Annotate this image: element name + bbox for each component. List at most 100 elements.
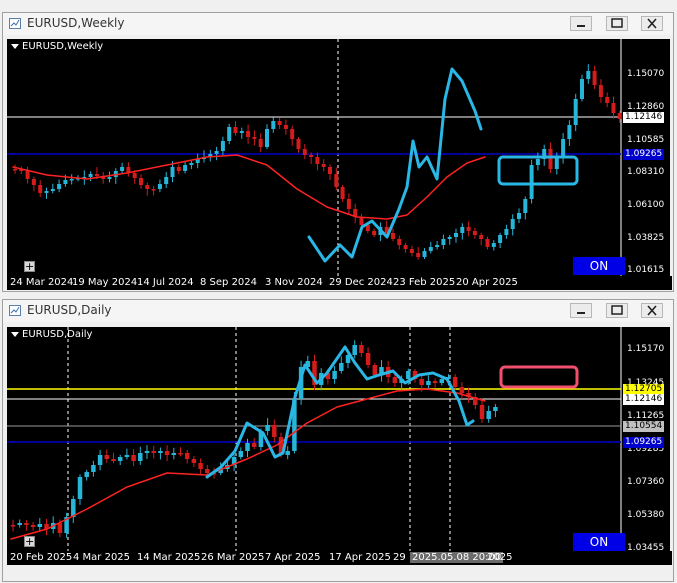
candle-body (233, 127, 238, 133)
maximize-button[interactable] (606, 303, 628, 318)
candle-body (138, 453, 143, 461)
candle-body (466, 227, 471, 231)
candle-body (77, 477, 83, 499)
candle-body (245, 443, 250, 451)
close-icon (647, 305, 657, 316)
daily-date-label: 4 Mar 2025 (73, 552, 131, 563)
candle-body (339, 363, 344, 371)
candle-body (205, 469, 210, 473)
candle-body (573, 99, 578, 125)
candle-body (439, 379, 445, 383)
candle-body (315, 157, 320, 164)
minimize-icon (577, 25, 585, 27)
candle-body (290, 129, 295, 139)
candle-body (94, 174, 99, 176)
candle-body (479, 235, 484, 239)
daily-date-label: 26 Mar 2025 (201, 552, 265, 563)
candle-body (334, 174, 339, 187)
daily-titlebar[interactable]: EURUSD,Daily (3, 300, 673, 322)
weekly-window-title: EURUSD,Weekly (27, 16, 125, 30)
weekly-date-label: 8 Sep 2024 (200, 277, 258, 288)
moving-average-line (10, 388, 486, 540)
weekly-current-price-tag: 1.12146 (623, 112, 665, 123)
candle-body (441, 239, 446, 245)
candle-body (397, 239, 402, 245)
weekly-chart-area[interactable]: EURUSD,Weekly + ON 1.15070 1.12860 1.10585… (7, 39, 670, 276)
daily-blue-level-tag: 1.09265 (623, 437, 665, 448)
candle-body (63, 180, 68, 184)
candle-body (416, 253, 421, 257)
daily-symbol-label: EURUSD,Daily (11, 329, 92, 340)
candle-body (10, 525, 16, 527)
chart-window-icon (9, 18, 21, 29)
minimize-button[interactable] (570, 303, 592, 318)
weekly-titlebar[interactable]: EURUSD,Weekly (3, 13, 673, 35)
daily-date-label: 20 Feb 2025 (10, 552, 73, 563)
candle-body (359, 217, 364, 225)
candle-body (117, 457, 123, 461)
candle-body (617, 113, 622, 119)
minimize-button[interactable] (570, 16, 592, 31)
close-icon (647, 18, 657, 29)
weekly-plus-icon[interactable]: + (24, 261, 35, 272)
maximize-button[interactable] (606, 16, 628, 31)
weekly-on-button[interactable]: ON (573, 257, 625, 275)
maximize-icon (611, 305, 623, 315)
candle-body (561, 139, 566, 157)
zigzag-drawing (307, 67, 483, 263)
candle-body (178, 453, 183, 455)
weekly-price-label: 1.10585 (627, 135, 665, 145)
candle-body (460, 227, 465, 233)
candle-body (409, 249, 414, 253)
candle-body (57, 184, 62, 189)
candle-body (605, 97, 610, 103)
candle-body (332, 371, 337, 379)
candle-body (403, 245, 408, 249)
daily-on-button[interactable]: ON (573, 533, 625, 551)
candle-body (535, 159, 540, 165)
daily-date-label: 29 (393, 552, 406, 563)
daily-plus-icon[interactable]: + (24, 536, 35, 547)
candle-body (84, 472, 89, 477)
candle-body (392, 377, 398, 383)
candle-body (171, 453, 177, 455)
weekly-price-label: 1.12860 (627, 102, 665, 112)
weekly-symbol-label: EURUSD,Weekly (11, 41, 103, 52)
candle-body (491, 243, 496, 247)
close-button[interactable] (641, 303, 663, 318)
candle-body (91, 465, 96, 472)
candle-body (529, 165, 534, 199)
candle-body (554, 157, 559, 169)
candle-body (157, 184, 162, 189)
candle-body (372, 231, 377, 235)
candle-body (372, 365, 378, 375)
candle-body (164, 177, 169, 184)
candle-body (435, 245, 440, 247)
weekly-chart-window: EURUSD,Weekly EURUSD,Weekly + ON 1.15070… (2, 12, 674, 292)
close-button[interactable] (641, 16, 663, 31)
candle-body (252, 137, 257, 139)
dropdown-triangle-icon (11, 331, 19, 337)
candle-body (454, 233, 458, 237)
weekly-price-label: 1.01615 (627, 265, 665, 275)
daily-chart-area[interactable]: EURUSD,Daily + ON 1.15170 1.13245 1.11265 1… (7, 327, 670, 551)
candle-body (359, 345, 364, 353)
candle-body (517, 213, 521, 219)
candle-body (214, 151, 219, 154)
candle-body (97, 455, 103, 465)
weekly-date-label: 3 Nov 2024 (265, 277, 323, 288)
candle-body (346, 199, 351, 209)
candle-body (220, 141, 225, 151)
candle-body (239, 131, 244, 133)
dropdown-triangle-icon (11, 43, 19, 49)
candle-body (285, 451, 290, 455)
candle-body (131, 455, 136, 461)
candle-body (302, 149, 307, 155)
candle-body (510, 219, 515, 229)
candle-body (151, 189, 156, 191)
moving-average-line (12, 154, 486, 220)
candle-body (31, 179, 36, 185)
candle-body (30, 525, 36, 527)
candle-body (227, 127, 232, 141)
candle-body (611, 103, 616, 113)
